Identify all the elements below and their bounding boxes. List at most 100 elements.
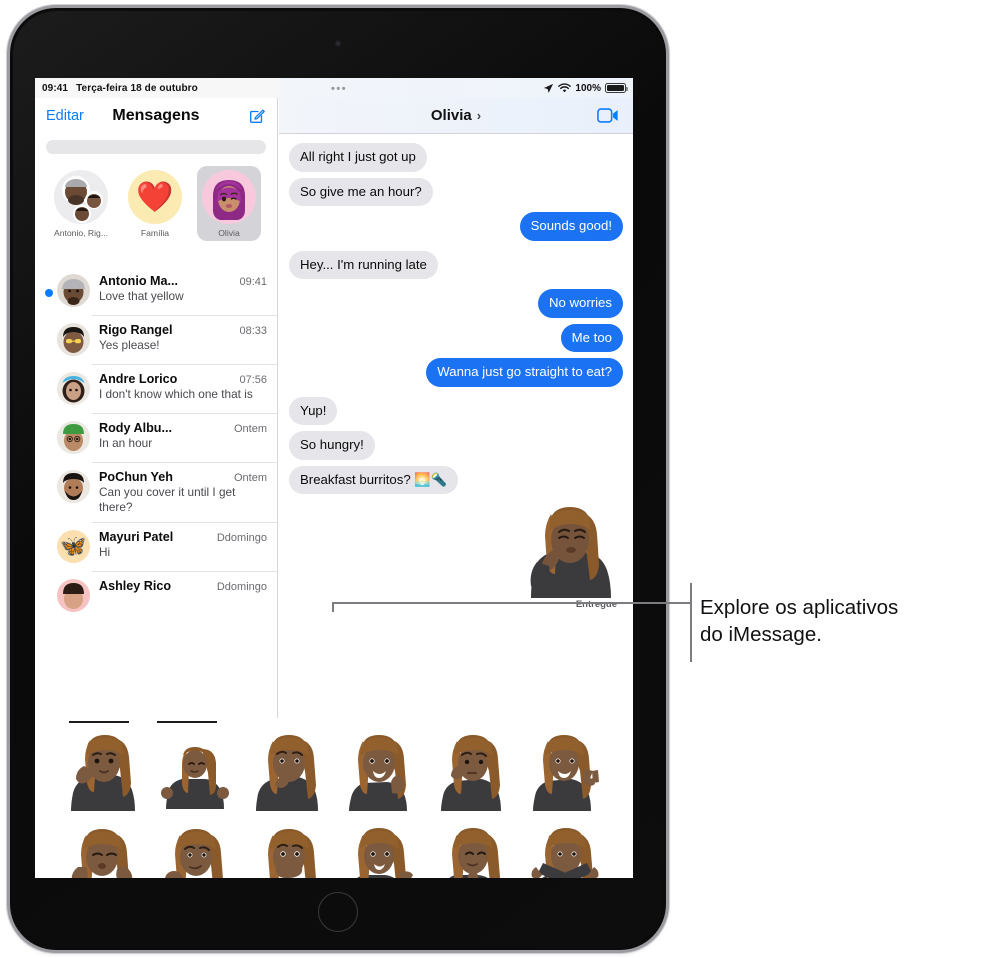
front-camera-icon — [334, 40, 342, 47]
sticker-item[interactable] — [242, 817, 334, 878]
sidebar-navbar: Editar Mensagens — [35, 98, 277, 134]
search-input[interactable] — [46, 140, 266, 154]
page-root: 09:41 Terça-feira 18 de outubro ••• 100% — [0, 0, 990, 958]
message-row: So hungry! — [289, 431, 623, 460]
memoji-thumbs-up-icon — [349, 735, 408, 811]
sticker-item[interactable] — [149, 817, 241, 878]
memoji-icon — [63, 583, 84, 610]
avatar: ❤️ — [128, 170, 182, 224]
message-bubble[interactable]: Hey... I'm running late — [285, 250, 438, 279]
list-item[interactable]: Andre Lorico 07:56 I don't know which on… — [35, 364, 277, 413]
chat-navbar: Olivia › — [279, 98, 633, 134]
message-row: So give me an hour? — [285, 177, 623, 206]
multitask-dots-icon[interactable]: ••• — [331, 83, 347, 95]
ipad-screen: 09:41 Terça-feira 18 de outubro ••• 100% — [35, 78, 633, 878]
avatar — [57, 579, 90, 613]
contact-name: Mayuri Patel — [99, 530, 174, 545]
callout-label: Explore os aplicativos do iMessage. — [700, 594, 982, 649]
sticker-item[interactable] — [57, 725, 149, 817]
chevron-right-icon[interactable]: › — [477, 108, 481, 123]
facetime-video-icon[interactable] — [597, 108, 619, 123]
message-row: Yup! — [289, 396, 623, 425]
sticker-item[interactable] — [334, 817, 426, 878]
sticker-item[interactable] — [57, 817, 149, 878]
sticker-item[interactable] — [149, 725, 241, 817]
callout-line-2: do iMessage. — [700, 623, 822, 647]
wifi-icon — [558, 82, 572, 92]
sticker-item[interactable] — [426, 817, 518, 878]
pinned-item-familia[interactable]: ❤️ Família — [123, 166, 187, 241]
memoji-icon — [63, 473, 84, 500]
sticker-item[interactable] — [242, 725, 334, 817]
message-row: Me too — [289, 323, 623, 352]
home-button[interactable] — [318, 892, 358, 932]
battery-percent: 100% — [575, 82, 601, 94]
message-preview: Can you cover it until I get there? — [99, 485, 236, 514]
message-bubble[interactable]: Breakfast burritos? 🌅🔦 — [284, 465, 459, 494]
status-time: 09:41 — [42, 82, 69, 94]
contact-name: Antonio Ma... — [99, 274, 179, 288]
message-row: Hey... I'm running late — [285, 250, 623, 279]
message-bubble[interactable]: Wanna just go straight to eat? — [426, 358, 627, 387]
pinned-item-label: Antonio, Rig... — [54, 228, 108, 238]
contact-name: Rigo Rangel — [99, 323, 173, 337]
sticker-item[interactable] — [519, 725, 611, 817]
message-row: All right I just got up — [289, 143, 623, 172]
message-bubble[interactable]: All right I just got up — [289, 143, 427, 172]
avatar — [57, 372, 90, 405]
sticker-tab-2[interactable] — [157, 721, 217, 723]
timestamp: Ddomingo — [216, 532, 267, 545]
contact-name: Andre Lorico — [99, 372, 178, 386]
message-row: Wanna just go straight to eat? — [289, 358, 627, 387]
message-bubble[interactable]: Yup! — [289, 396, 338, 425]
edit-button[interactable]: Editar — [46, 108, 84, 124]
list-item[interactable]: 🦋 Mayuri Patel Ddomingo Hi — [35, 522, 277, 571]
memoji-sticker-sheet[interactable] — [35, 718, 633, 878]
chat-title[interactable]: Olivia — [431, 107, 472, 124]
location-arrow-icon — [544, 83, 554, 93]
sticker-tab-1[interactable] — [69, 721, 129, 723]
list-item-body: PoChun Yeh Ontem Can you cover it until … — [99, 470, 267, 514]
message-row: No worries — [289, 289, 623, 318]
callout-leader-line — [332, 583, 692, 662]
timestamp: 07:56 — [239, 374, 267, 386]
message-bubble[interactable]: So hungry! — [289, 431, 375, 460]
pinned-item-group[interactable]: Antonio, Rig... — [49, 166, 113, 241]
timestamp: Ontem — [233, 423, 267, 435]
pinned-item-olivia[interactable]: Olivia — [197, 166, 261, 241]
message-bubble[interactable]: Me too — [560, 323, 623, 352]
memoji-presenting-icon — [357, 828, 414, 878]
memoji-hand-over-mouth-icon — [267, 829, 316, 878]
heart-emoji-icon: ❤️ — [136, 180, 174, 214]
sticker-item[interactable] — [334, 725, 426, 817]
sticker-item[interactable] — [426, 725, 518, 817]
list-item[interactable]: Rody Albu... Ontem In an hour — [35, 413, 277, 462]
timestamp: 09:41 — [239, 276, 267, 288]
butterfly-emoji-icon: 🦋 — [60, 534, 87, 558]
memoji-icon — [63, 327, 84, 353]
status-bar: 09:41 Terça-feira 18 de outubro ••• 100% — [35, 78, 633, 98]
message-bubble[interactable]: Sounds good! — [519, 212, 628, 241]
sticker-item[interactable] — [519, 817, 611, 878]
list-item-body: Antonio Ma... 09:41 Love that yellow — [99, 274, 267, 304]
message-preview: Love that yellow — [99, 289, 184, 303]
group-avatar-icon — [62, 176, 103, 223]
memoji-shrug-icon — [161, 747, 230, 809]
memoji-praying-icon — [449, 828, 501, 878]
memoji-smirk-fist-icon — [165, 829, 224, 878]
contact-name: PoChun Yeh — [99, 470, 173, 484]
list-item[interactable]: Ashley Rico Ddomingo — [35, 571, 277, 620]
list-item[interactable]: Antonio Ma... 09:41 Love that yellow — [35, 266, 277, 315]
avatar — [54, 170, 108, 224]
list-item[interactable]: PoChun Yeh Ontem Can you cover it until … — [35, 462, 277, 522]
battery-icon — [605, 83, 628, 93]
memoji-thinking-icon — [441, 735, 502, 811]
list-item-body: Mayuri Patel Ddomingo Hi — [99, 530, 267, 560]
list-item-body: Rigo Rangel 08:33 Yes please! — [99, 323, 267, 353]
list-item[interactable]: Rigo Rangel 08:33 Yes please! — [35, 315, 277, 364]
compose-icon[interactable] — [248, 107, 266, 125]
timestamp: Ddomingo — [216, 581, 267, 594]
message-bubble[interactable]: So give me an hour? — [285, 177, 433, 206]
avatar: 🦋 — [57, 530, 90, 564]
message-bubble[interactable]: No worries — [537, 289, 623, 318]
